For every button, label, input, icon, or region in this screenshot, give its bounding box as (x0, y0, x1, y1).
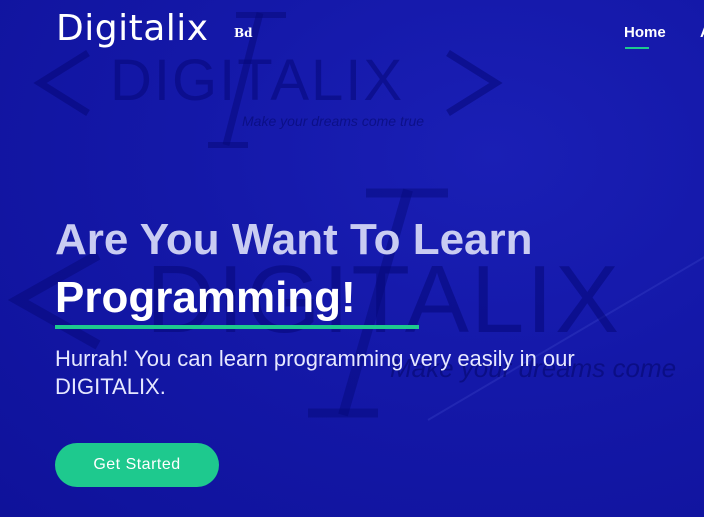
hero-subtitle: Hurrah! You can learn programming very e… (55, 346, 575, 399)
logo-badge: Bd (234, 26, 253, 40)
nav-item-home[interactable]: Home (624, 24, 666, 41)
get-started-button[interactable]: Get Started (55, 443, 219, 487)
nav-active-indicator (625, 47, 649, 49)
hero-highlight-underline (55, 325, 419, 329)
hero-title: Are You Want To Learn (55, 215, 533, 264)
hero-highlight: Programming! (55, 273, 356, 322)
nav-item-next[interactable]: A (700, 24, 704, 41)
site-logo[interactable]: Digitalix (56, 8, 209, 49)
site-header: Digitalix Bd Home A (0, 0, 704, 64)
